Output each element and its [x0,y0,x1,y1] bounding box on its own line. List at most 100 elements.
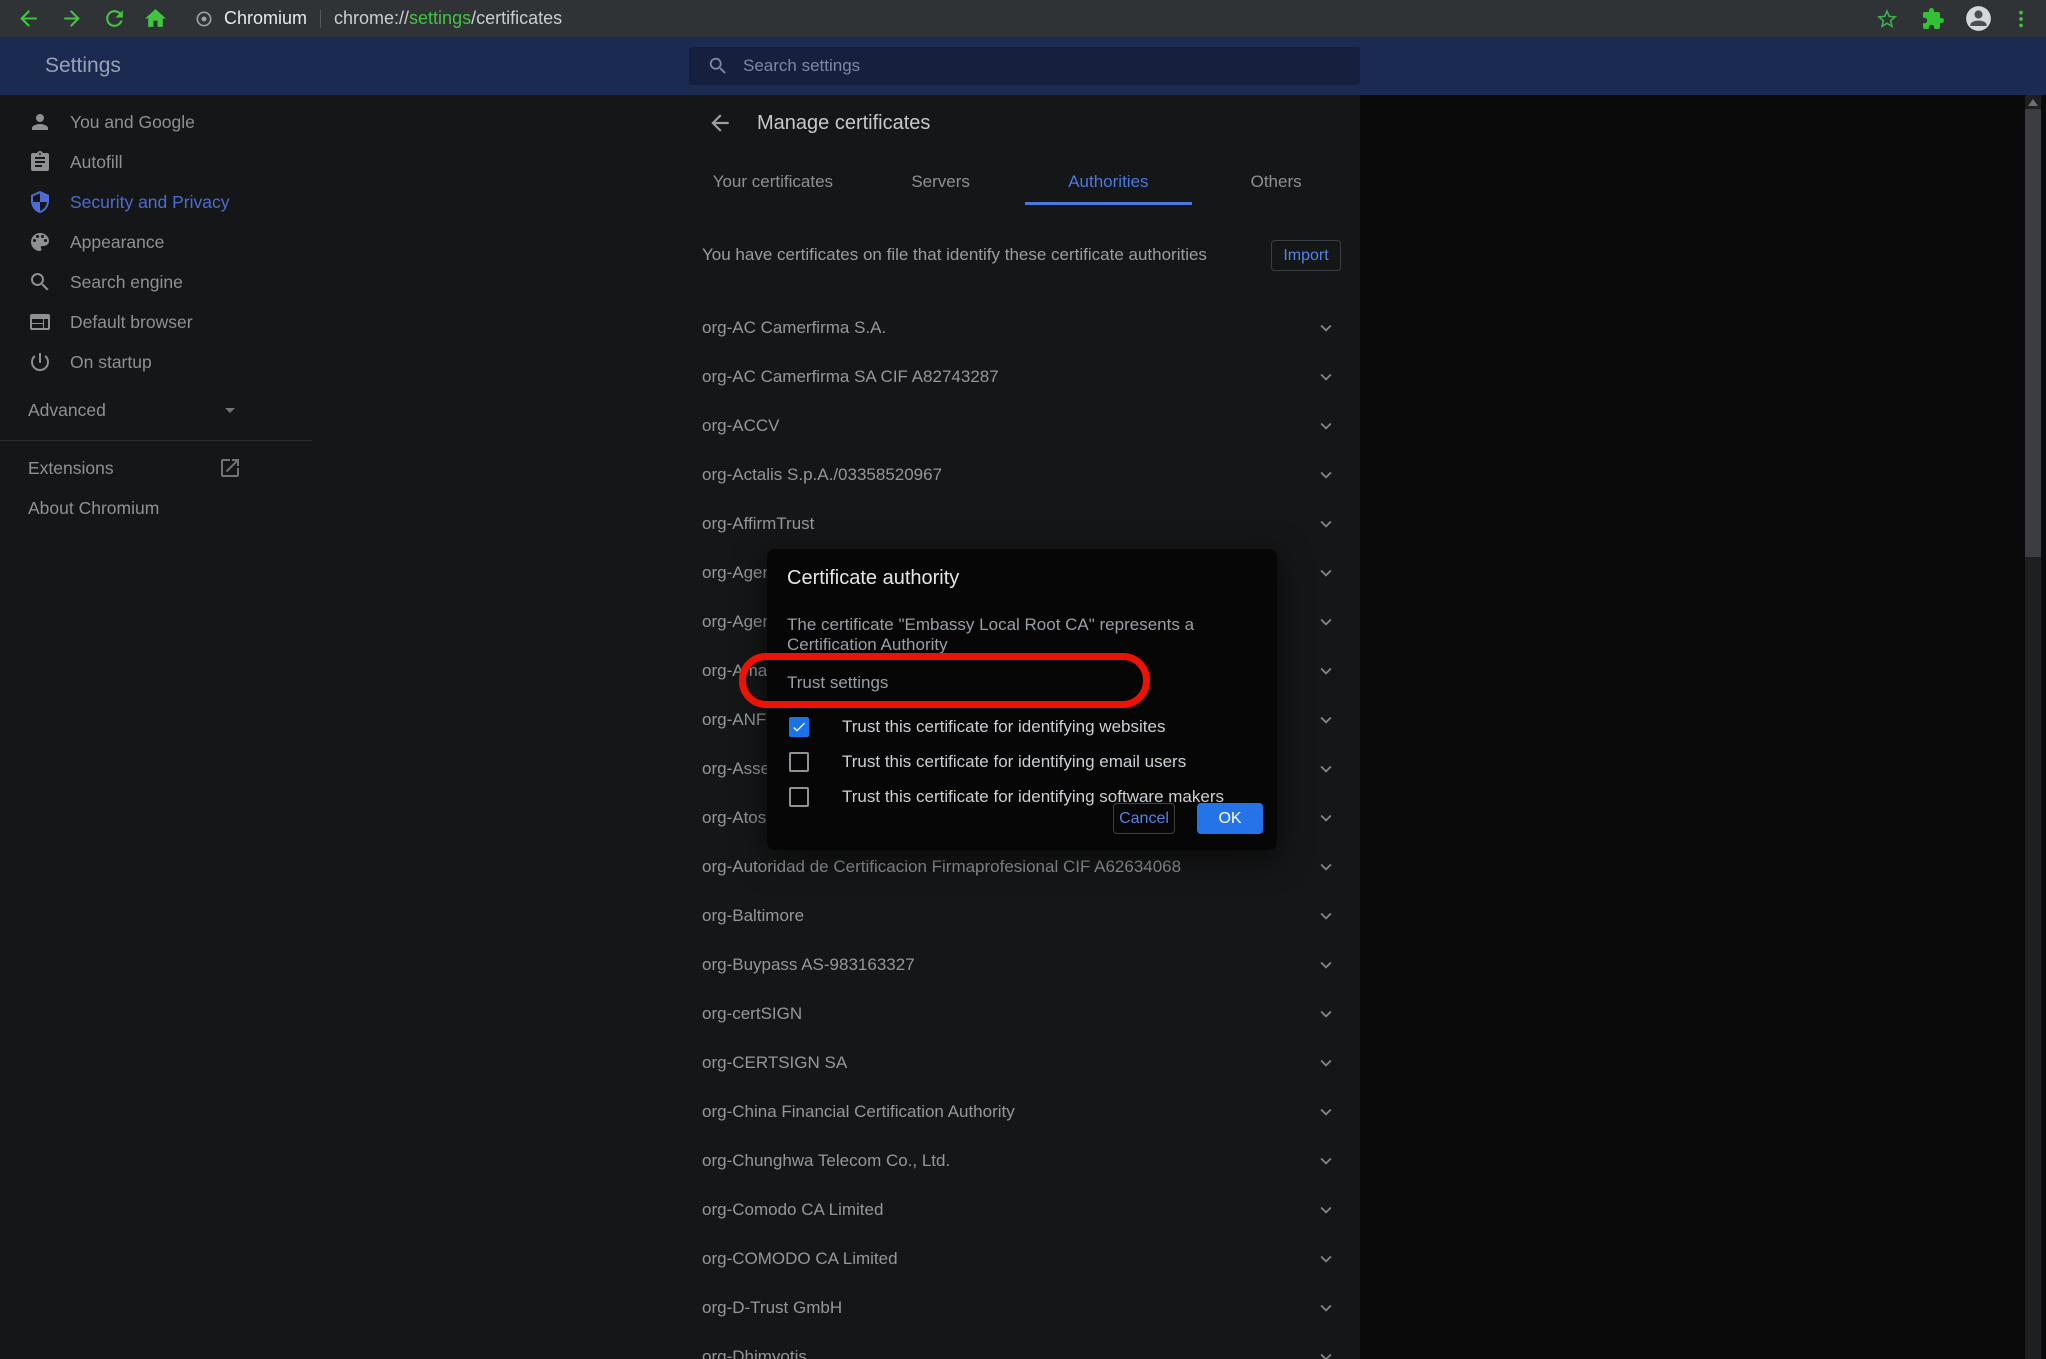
about-link[interactable]: About Chromium [0,488,258,528]
certificate-label: org-Chunghwa Telecom Co., Ltd. [702,1151,950,1171]
certificate-row[interactable]: org-AffirmTrust [689,499,1360,548]
tab-label: Servers [911,172,970,192]
certificate-row[interactable]: org-Chunghwa Telecom Co., Ltd. [689,1136,1360,1185]
sidebar-item[interactable]: On startup [0,342,320,382]
trust-checkbox-row: Trust this certificate for identifying e… [787,744,1277,779]
forward-button[interactable] [59,6,84,31]
chevron-down-icon[interactable] [1315,1150,1337,1172]
cancel-button[interactable]: Cancel [1113,803,1175,834]
sidebar-item[interactable]: Autofill [0,142,320,182]
chevron-down-icon[interactable] [1315,1199,1337,1221]
chevron-down-icon[interactable] [1315,1003,1337,1025]
trust-settings-label: Trust settings [787,673,1277,693]
bookmark-star-button[interactable] [1875,7,1899,31]
chevron-down-icon[interactable] [1315,317,1337,339]
certificate-row[interactable]: org-Comodo CA Limited [689,1185,1360,1234]
back-arrow-button[interactable] [707,110,733,136]
chevron-down-icon[interactable] [1315,366,1337,388]
back-button[interactable] [16,6,41,31]
settings-search-input[interactable]: Search settings [689,47,1360,85]
sidebar-item-label: You and Google [70,112,195,133]
certificate-row[interactable]: org-AC Camerfirma SA CIF A82743287 [689,352,1360,401]
extensions-link[interactable]: Extensions [0,448,258,488]
trust-checkbox-list: Trust this certificate for identifying w… [787,709,1277,814]
chevron-down-icon[interactable] [1315,1346,1337,1359]
certificate-row[interactable]: org-Baltimore [689,891,1360,940]
certificate-row[interactable]: org-COMODO CA Limited [689,1234,1360,1283]
checkbox[interactable] [789,787,809,807]
certificate-authority-dialog: Certificate authority The certificate "E… [767,549,1277,850]
tab[interactable]: Authorities [1025,161,1193,205]
reload-button[interactable] [102,6,127,31]
extensions-label: Extensions [28,458,114,479]
settings-title: Settings [45,54,121,78]
advanced-button[interactable]: Advanced [0,390,258,430]
certificate-row[interactable]: org-Actalis S.p.A./03358520967 [689,450,1360,499]
tab[interactable]: Others [1192,161,1360,205]
avatar-button[interactable] [1965,5,1992,32]
certificate-label: org-Dhimyotis [702,1347,807,1359]
chevron-down-icon[interactable] [1315,807,1337,829]
scrollbar[interactable] [2025,95,2041,1359]
chevron-down-icon[interactable] [1315,709,1337,731]
browser-window: Chromium chrome://settings/certificates … [0,0,2046,1359]
scrollbar-up-arrow[interactable] [2028,99,2038,106]
certificate-row[interactable]: org-AC Camerfirma S.A. [689,303,1360,352]
certificate-label: org-ACCV [702,416,779,436]
certificate-label: org-Autoridad de Certificacion Firmaprof… [702,857,1181,877]
chevron-down-icon[interactable] [1315,660,1337,682]
certificate-row[interactable]: org-Buypass AS-983163327 [689,940,1360,989]
chevron-down-icon[interactable] [1315,905,1337,927]
scrollbar-thumb[interactable] [2025,109,2041,557]
dialog-title: Certificate authority [787,567,1277,590]
browser-title: Chromium [224,8,307,29]
external-link-icon [218,456,242,480]
import-button[interactable]: Import [1271,240,1341,271]
certificate-row[interactable]: org-ACCV [689,401,1360,450]
chevron-down-icon[interactable] [1315,1101,1337,1123]
certificate-row[interactable]: org-Dhimyotis [689,1332,1360,1359]
home-button[interactable] [143,6,168,31]
chevron-down-icon[interactable] [1315,464,1337,486]
power-icon [28,350,52,374]
certificate-row[interactable]: org-D-Trust GmbH [689,1283,1360,1332]
url-path: /certificates [471,8,562,28]
tab[interactable]: Servers [857,161,1025,205]
certificate-row[interactable]: org-certSIGN [689,989,1360,1038]
chevron-down-icon[interactable] [1315,954,1337,976]
chevron-down-icon[interactable] [1315,1052,1337,1074]
certificate-label: org-Baltimore [702,906,804,926]
site-info-icon[interactable] [194,9,214,29]
trust-checkbox-row: Trust this certificate for identifying w… [787,709,1277,744]
chevron-down-icon[interactable] [1315,611,1337,633]
sidebar-item-label: On startup [70,352,152,373]
url-text[interactable]: chrome://settings/certificates [334,8,562,29]
ok-button[interactable]: OK [1197,803,1263,834]
search-icon [28,270,52,294]
sidebar-item[interactable]: Security and Privacy [0,182,320,222]
chevron-down-icon[interactable] [1315,1248,1337,1270]
sidebar-item[interactable]: Appearance [0,222,320,262]
browser-menu-button[interactable] [2010,8,2032,30]
tab[interactable]: Your certificates [689,161,857,205]
sidebar-item[interactable]: You and Google [0,102,320,142]
subpage-header: Manage certificates [689,103,1360,143]
autofill-icon [28,150,52,174]
checkbox[interactable] [789,717,809,737]
chevron-down-icon[interactable] [1315,758,1337,780]
settings-header: Settings Search settings [0,37,2046,95]
extensions-button[interactable] [1921,7,1945,31]
chevron-down-icon[interactable] [1315,415,1337,437]
chevron-down-icon[interactable] [1315,856,1337,878]
chevron-down-icon[interactable] [1315,562,1337,584]
chevron-down-icon[interactable] [1315,1297,1337,1319]
search-icon [707,55,729,77]
checkbox[interactable] [789,752,809,772]
shield-icon [28,190,52,214]
certificate-row[interactable]: org-CERTSIGN SA [689,1038,1360,1087]
sidebar-item[interactable]: Default browser [0,302,320,342]
sidebar-item[interactable]: Search engine [0,262,320,302]
sidebar-item-label: Security and Privacy [70,192,230,213]
chevron-down-icon[interactable] [1315,513,1337,535]
certificate-row[interactable]: org-China Financial Certification Author… [689,1087,1360,1136]
